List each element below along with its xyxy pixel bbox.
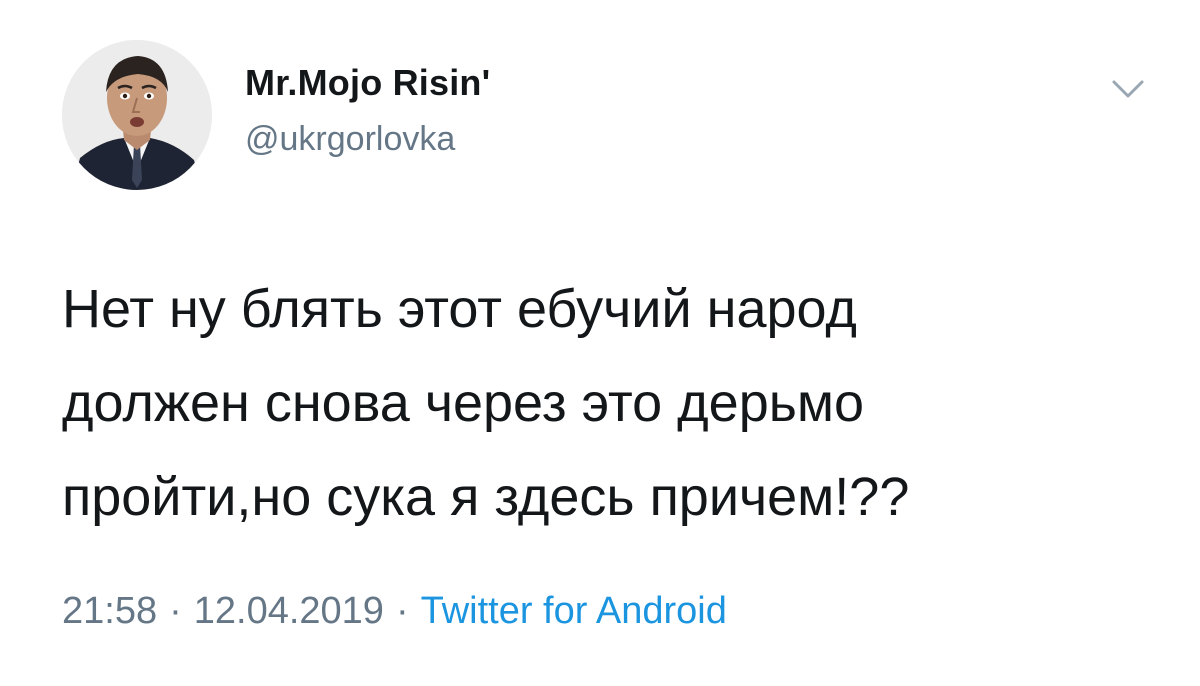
author-display-name[interactable]: Mr.Mojo Risin' [245, 62, 490, 104]
tweet-text: Нет ну блять этот ебучий народ должен сн… [62, 279, 910, 527]
tweet-time[interactable]: 21:58 [62, 590, 157, 632]
avatar[interactable] [62, 40, 212, 190]
meta-separator: · [169, 590, 182, 632]
tweet-source-link[interactable]: Twitter for Android [421, 590, 727, 632]
avatar-photo [62, 40, 212, 190]
tweet-meta: 21:58 · 12.04.2019 · Twitter for Android [62, 590, 727, 633]
tweet-card: Mr.Mojo Risin' @ukrgorlovka Нет ну блять… [0, 0, 1200, 686]
meta-separator: · [395, 590, 409, 632]
author-handle[interactable]: @ukrgorlovka [245, 120, 455, 159]
tweet-date[interactable]: 12.04.2019 [194, 590, 384, 632]
chevron-down-icon[interactable] [1108, 78, 1148, 102]
